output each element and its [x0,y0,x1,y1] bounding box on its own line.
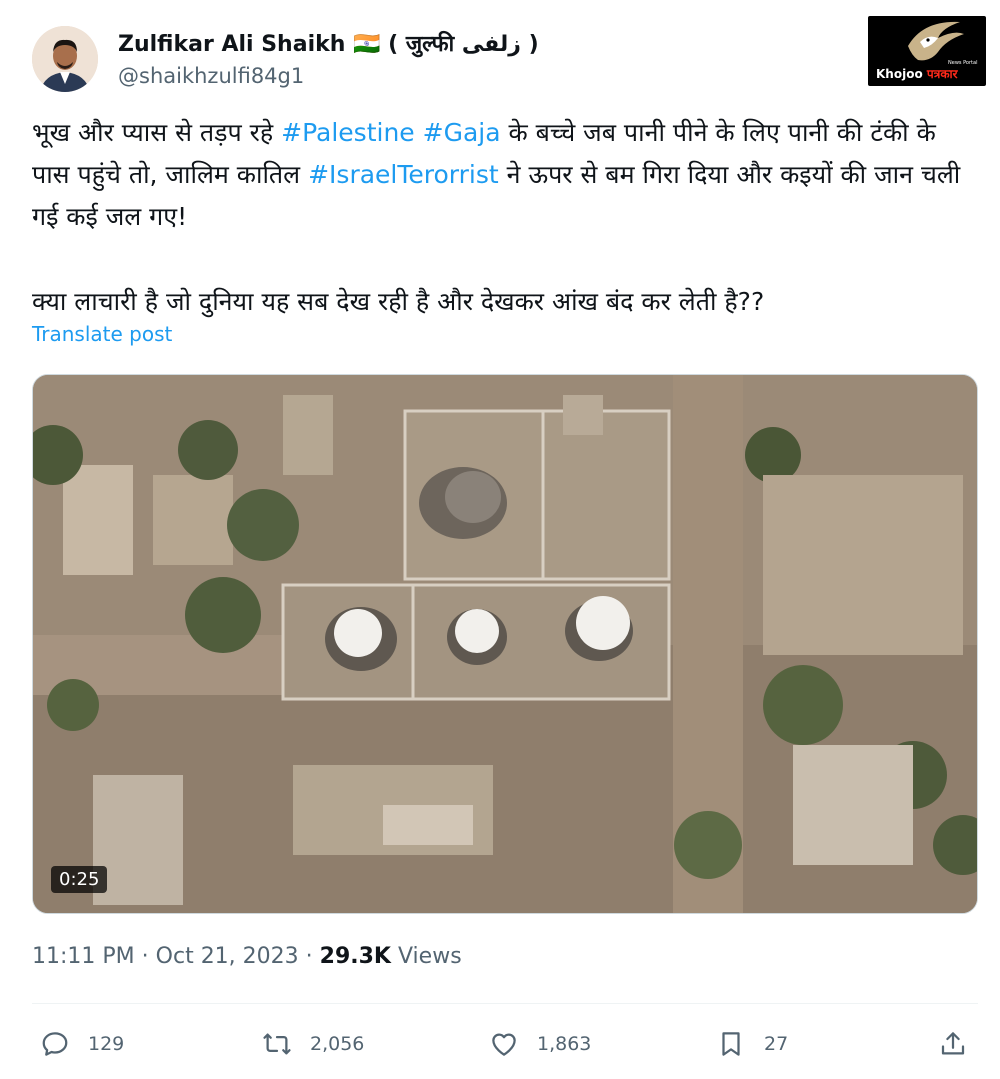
tweet-time[interactable]: 11:11 PM [32,944,135,969]
bookmark-button[interactable]: 27 [716,1024,788,1064]
like-button[interactable]: 1,863 [489,1024,591,1064]
watermark-text: Khojoo पत्रकार [876,65,958,82]
views-count: 29.3K [319,944,391,969]
like-count: 1,863 [537,1033,592,1055]
video-duration: 0:25 [51,866,108,893]
reply-button[interactable]: 129 [40,1024,124,1064]
bookmark-count: 27 [764,1033,789,1055]
user-handle[interactable]: @shaikhzulfi84g1 [118,64,304,88]
repost-button[interactable]: 2,056 [262,1024,364,1064]
bookmark-icon [722,1032,740,1056]
translate-post-link[interactable]: Translate post [32,322,172,346]
hashtag-gaja[interactable]: #Gaja [423,118,501,147]
video-frame [33,375,977,913]
repost-icon [263,1033,291,1055]
reply-count: 129 [88,1033,125,1055]
tweet-text-line2: क्या लाचारी है जो दुनिया यह सब देख रही ह… [32,287,765,316]
hashtag-israelterorrist[interactable]: #IsraelTerorrist [308,160,499,189]
repost-count: 2,056 [310,1033,365,1055]
avatar[interactable] [32,26,98,92]
share-icon [941,1032,965,1055]
hashtag-palestine[interactable]: #Palestine [281,118,415,147]
watermark-logo: News Portal Khojoo पत्रकार [868,16,986,86]
tweet-text: भूख और प्यास से तड़प रहे #Palestine #Gaj… [32,112,972,238]
display-name[interactable]: Zulfikar Ali Shaikh 🇮🇳 ( जुल्फी زلفی ) [118,28,539,58]
reply-icon [42,1032,68,1056]
watermark-brand-hindi: पत्रकार [926,67,958,81]
video-player[interactable]: 0:25 [32,374,978,914]
tweet-date[interactable]: Oct 21, 2023 [156,944,299,969]
meta-separator: · [141,944,149,969]
divider [32,1003,978,1004]
watermark-brand: Khojoo [876,67,923,81]
meta-separator: · [305,944,313,969]
heart-icon [492,1033,516,1056]
views-label: Views [397,944,462,969]
text-segment: भूख और प्यास से तड़प रहे [32,118,282,147]
tweet-meta: 11:11 PM · Oct 21, 2023 · 29.3K Views [32,944,462,969]
share-button[interactable] [938,1024,986,1064]
